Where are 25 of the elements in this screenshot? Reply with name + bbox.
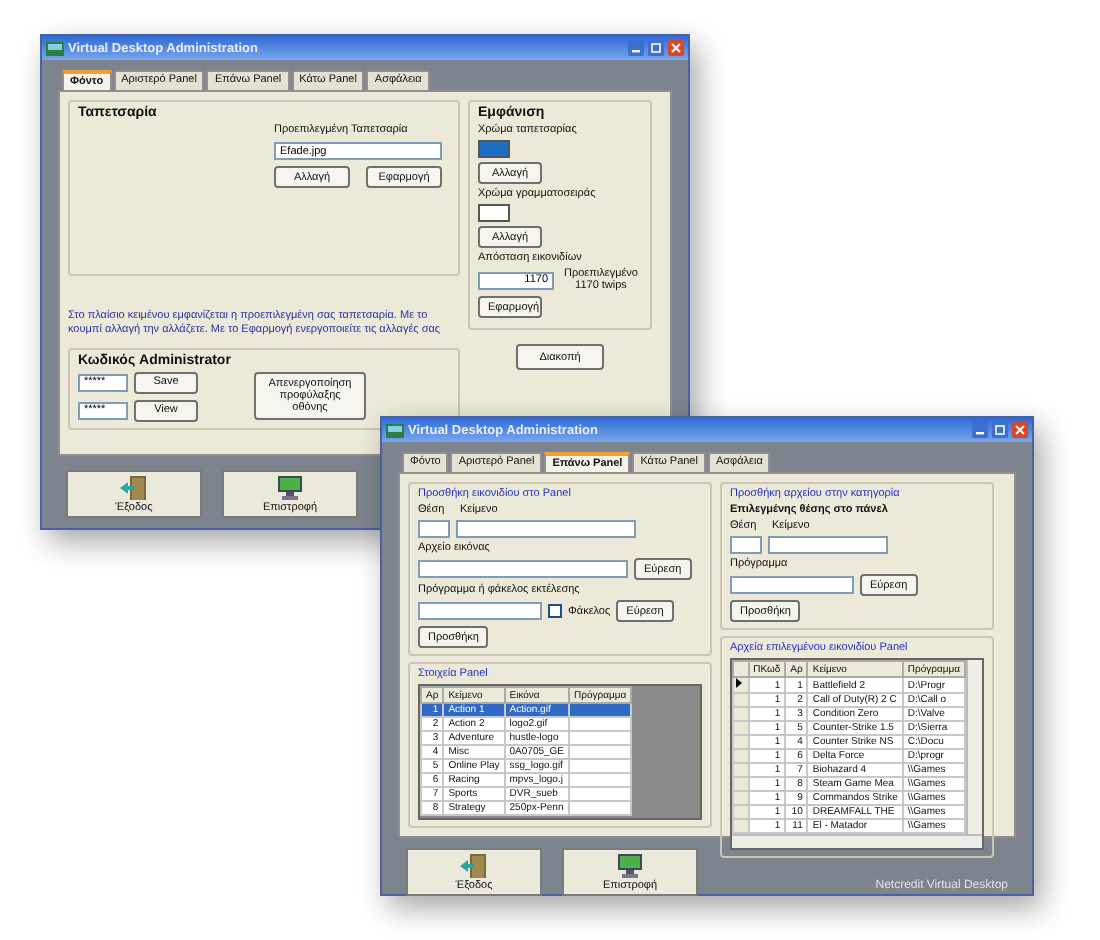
door-icon	[120, 475, 148, 499]
minimize-icon	[972, 422, 988, 438]
input-field[interactable]	[730, 536, 762, 554]
input-field[interactable]	[456, 520, 636, 538]
monitor-icon	[276, 475, 304, 499]
minimize-icon	[628, 40, 644, 56]
input-field[interactable]	[418, 560, 628, 578]
input-field[interactable]	[418, 520, 450, 538]
close-icon	[1012, 422, 1028, 438]
vertical-scrollbar[interactable]	[966, 660, 982, 834]
horizontal-scrollbar[interactable]	[732, 834, 982, 848]
close-icon	[668, 40, 684, 56]
checkbox[interactable]	[548, 604, 562, 618]
app-icon	[46, 41, 64, 55]
monitor-icon	[616, 853, 644, 877]
maximize-icon	[648, 40, 664, 56]
input-field[interactable]	[768, 536, 888, 554]
table-corner	[733, 661, 749, 677]
app-icon	[386, 423, 404, 437]
input-field[interactable]	[418, 602, 542, 620]
color-swatch[interactable]	[478, 140, 510, 158]
maximize-icon	[992, 422, 1008, 438]
color-swatch[interactable]	[478, 204, 510, 222]
door-icon	[460, 853, 488, 877]
input-field[interactable]	[730, 576, 854, 594]
